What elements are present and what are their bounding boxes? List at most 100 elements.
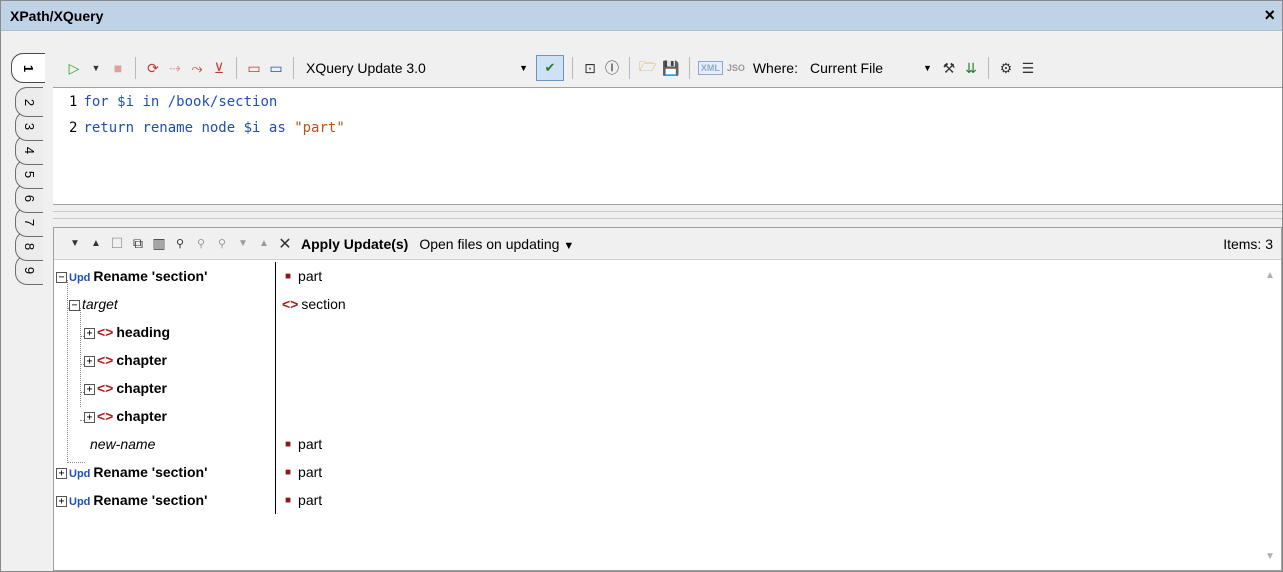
run-dropdown-icon[interactable]: ▼ xyxy=(87,57,105,79)
find-next-icon[interactable]: ⚲ xyxy=(192,233,210,255)
prev-item-icon[interactable]: ▲ xyxy=(255,233,273,255)
line-number: 2 xyxy=(69,120,78,136)
scroll-up-icon[interactable]: ▲ xyxy=(1265,270,1275,281)
tree-row[interactable]: new-name ■ part xyxy=(54,430,1261,458)
step-over-icon[interactable]: ⇢ xyxy=(166,57,184,79)
vertical-scrollbar[interactable]: ▲ ▼ xyxy=(1261,260,1281,570)
stop-icon[interactable]: ■ xyxy=(109,57,127,79)
tree-row[interactable]: + <> chapter xyxy=(54,402,1261,430)
open-files-dropdown[interactable]: Open files on updating ▼ xyxy=(415,236,578,252)
expand-icon[interactable]: + xyxy=(84,383,95,395)
apply-updates-button[interactable]: Apply Update(s) xyxy=(297,236,412,252)
find-prev-icon[interactable]: ⚲ xyxy=(213,233,231,255)
panel-splitter[interactable] xyxy=(53,211,1282,219)
uncomment-icon[interactable]: ▭ xyxy=(267,57,285,79)
run-icon[interactable]: ▷ xyxy=(65,57,83,79)
node-label: chapter xyxy=(116,352,167,368)
node-label: target xyxy=(82,296,118,312)
expand-icon[interactable]: + xyxy=(84,411,95,423)
comment-icon[interactable]: ▭ xyxy=(245,57,263,79)
path-token: /book/section xyxy=(159,94,278,110)
tree-row[interactable]: + Upd Rename 'section' ■ part xyxy=(54,458,1261,486)
tree-row[interactable]: − Upd Rename 'section' ■ part xyxy=(54,262,1261,290)
find-icon[interactable]: ⚲ xyxy=(171,233,189,255)
expand-icon[interactable]: + xyxy=(56,467,67,479)
where-label: Where: xyxy=(752,60,798,76)
collapse-icon[interactable]: − xyxy=(56,271,67,283)
tree-row[interactable]: + <> heading xyxy=(54,318,1261,346)
language-select-value: XQuery Update 3.0 xyxy=(306,60,426,76)
update-badge: Upd xyxy=(69,272,91,284)
tree-row[interactable]: + <> chapter xyxy=(54,374,1261,402)
breakpoint-icon[interactable]: ⊻ xyxy=(210,57,228,79)
text-cursor-icon[interactable]: Ⓘ xyxy=(603,57,621,79)
save-icon[interactable]: 💾 xyxy=(661,57,680,79)
step-into-icon[interactable]: ⟳ xyxy=(144,57,162,79)
node-label: heading xyxy=(116,324,171,340)
gear-icon[interactable]: ⚙ xyxy=(997,57,1015,79)
next-item-icon[interactable]: ▼ xyxy=(234,233,252,255)
where-select[interactable]: Current File ▼ xyxy=(806,57,936,79)
expand-icon[interactable]: + xyxy=(56,495,67,507)
tree-row[interactable]: + Upd Rename 'section' ■ part xyxy=(54,486,1261,514)
tree-value-cell: ■ part xyxy=(282,262,322,291)
expand-icon[interactable]: + xyxy=(84,355,95,367)
open-folder-icon[interactable]: 🗁 xyxy=(638,57,657,79)
expand-all-icon[interactable]: ▼ xyxy=(66,233,84,255)
window-title: XPath/XQuery xyxy=(10,8,104,24)
export-icon[interactable]: ⇊ xyxy=(962,57,980,79)
xpath-xquery-window: XPath/XQuery × 9 8 7 6 5 4 3 2 1 ▷ ▼ ■ ⟳… xyxy=(0,0,1283,572)
list-view-icon[interactable]: ☰ xyxy=(1019,57,1037,79)
element-icon: <> xyxy=(282,296,299,312)
window-icon[interactable]: ⊡ xyxy=(581,57,599,79)
validate-toggle-icon[interactable]: ✔ xyxy=(536,55,564,81)
where-select-value: Current File xyxy=(809,60,884,76)
string-token: "part" xyxy=(285,120,345,136)
tab-1[interactable]: 1 xyxy=(11,53,45,83)
bullet-icon: ■ xyxy=(285,271,292,283)
items-count: Items: 3 xyxy=(1223,236,1273,252)
clear-icon[interactable]: ✕ xyxy=(276,233,294,255)
copy-all-icon[interactable]: ⧉ xyxy=(129,233,147,255)
update-badge: Upd xyxy=(69,468,91,480)
bullet-icon: ■ xyxy=(285,467,292,479)
keyword-token: for xyxy=(83,94,109,110)
update-label: Rename 'section' xyxy=(93,492,208,508)
query-editor[interactable]: 1 for $i in /book/section 2 return rename … xyxy=(53,87,1282,205)
language-select[interactable]: XQuery Update 3.0 ▼ xyxy=(302,57,532,79)
collapse-all-icon[interactable]: ▲ xyxy=(87,233,105,255)
keyword-token: return xyxy=(83,120,135,136)
vertical-tabs: 9 8 7 6 5 4 3 2 1 xyxy=(1,49,53,299)
json-mode-button[interactable]: JSO xyxy=(727,63,745,73)
tab-2[interactable]: 2 xyxy=(15,87,43,117)
tree-row[interactable]: − target <> section xyxy=(54,290,1261,318)
step-out-icon[interactable]: ⤳ xyxy=(188,57,206,79)
element-icon: <> xyxy=(97,408,114,424)
value-text: part xyxy=(298,436,323,452)
collapse-icon[interactable]: − xyxy=(69,299,80,311)
copy-icon[interactable]: ☐ xyxy=(108,233,126,255)
close-icon[interactable]: × xyxy=(1264,5,1275,25)
tree-row[interactable]: + <> chapter xyxy=(54,346,1261,374)
tools-icon[interactable]: ⚒ xyxy=(940,57,958,79)
update-label: Rename 'section' xyxy=(93,464,208,480)
expand-icon[interactable]: + xyxy=(84,327,95,339)
toolbar-separator xyxy=(987,57,989,79)
xml-mode-button[interactable]: XML xyxy=(697,61,723,75)
tab-label: 3 xyxy=(21,122,37,130)
keyword-token: rename node xyxy=(134,120,236,136)
element-icon: <> xyxy=(97,352,114,368)
bullet-icon: ■ xyxy=(285,439,292,451)
update-label: Rename 'section' xyxy=(93,268,208,284)
title-bar: XPath/XQuery × xyxy=(1,1,1282,31)
scroll-down-icon[interactable]: ▼ xyxy=(1265,551,1275,562)
grid-view-icon[interactable]: ▥ xyxy=(150,233,168,255)
toolbar-separator xyxy=(572,57,573,79)
tree-value-cell: ■ part xyxy=(282,486,322,515)
tree-label-cell: + Upd Rename 'section' xyxy=(56,486,207,516)
tree-label-cell: + <> heading xyxy=(84,318,170,346)
tab-label: 5 xyxy=(21,170,37,178)
tree-label-cell: − target xyxy=(69,290,118,318)
tab-label: 8 xyxy=(21,242,37,250)
variable-token: $i xyxy=(108,94,135,110)
